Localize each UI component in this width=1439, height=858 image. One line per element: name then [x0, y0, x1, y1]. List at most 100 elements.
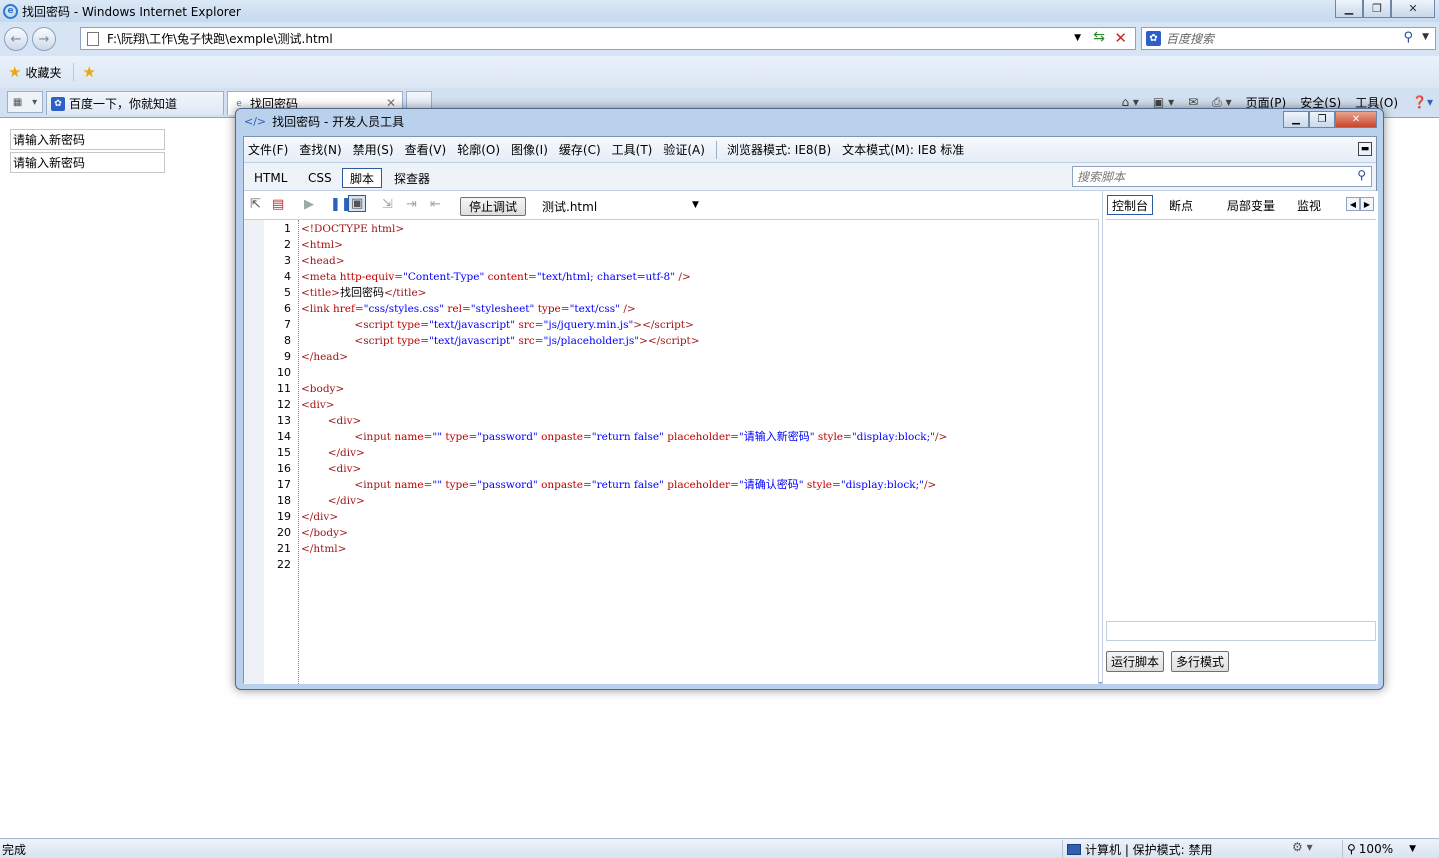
menu-disable[interactable]: 禁用(S) [353, 141, 394, 158]
confirm-password-input[interactable]: 请输入新密码 [10, 152, 165, 173]
tab-breakpoints[interactable]: 断点 [1165, 195, 1197, 215]
run-script-button[interactable]: 运行脚本 [1106, 651, 1165, 672]
script-toolbar: ⇱ ▤ ▶ ❚❚ ▣ ⇲ ⇥ ⇤ 停止调试 测试.html ▼ [244, 191, 1102, 219]
new-password-input[interactable]: 请输入新密码 [10, 129, 165, 150]
mail-icon[interactable]: ✉ [1188, 95, 1198, 109]
break-on-error-icon[interactable]: ▣ [348, 195, 367, 212]
search-icon[interactable]: ⚲ [1403, 30, 1413, 45]
devtools-window-controls: ▁ ❐ ✕ [1283, 111, 1377, 128]
maximize-button[interactable]: ❐ [1363, 0, 1391, 18]
tab-html[interactable]: HTML [250, 168, 291, 188]
code-line: <input name="" type="password" onpaste="… [354, 478, 937, 491]
continue-icon[interactable]: ▶ [304, 197, 314, 212]
status-bar: 完成 计算机 | 保护模式: 禁用 ⚙ ▾ ⚲ 100% ▼ [0, 838, 1439, 858]
breakpoint-gutter[interactable] [244, 220, 264, 684]
menu-images[interactable]: 图像(I) [511, 141, 548, 158]
status-text: 完成 [2, 843, 27, 857]
favorites-button[interactable]: 收藏夹 [25, 64, 61, 81]
feeds-icon[interactable]: ▣ ▾ [1153, 95, 1174, 109]
multiline-mode-button[interactable]: 多行模式 [1171, 651, 1230, 672]
code-line: <div> [327, 415, 362, 427]
browser-mode-menu[interactable]: 浏览器模式: IE8(B) [727, 141, 831, 158]
address-bar[interactable]: F:\阮翔\工作\兔子快跑\exmple\测试.html ▼ ⇆ ✕ [80, 27, 1136, 50]
tab-watch[interactable]: 监视 [1293, 195, 1325, 215]
menu-find[interactable]: 查找(N) [299, 141, 341, 158]
menu-view[interactable]: 查看(V) [405, 141, 447, 158]
line-number: 9 [284, 350, 291, 363]
menu-tools[interactable]: 工具(T) [612, 141, 653, 158]
console-input[interactable] [1106, 621, 1376, 641]
line-numbers: 1 2 3 4 5 6 7 8 9 10 11 12 13 14 15 16 17 18 19 20 21 22 [264, 221, 291, 573]
step-over-icon[interactable]: ⇥ [406, 197, 417, 212]
line-number: 19 [277, 510, 291, 523]
devtools-close-button[interactable]: ✕ [1335, 111, 1377, 128]
code-line: </div> [301, 511, 339, 523]
ie-logo-icon: e [3, 3, 18, 19]
line-number: 2 [284, 238, 291, 251]
refresh-icon[interactable]: ⇆ [1093, 29, 1105, 45]
tab-baidu[interactable]: ✿ 百度一下，你就知道 [46, 91, 224, 115]
source-code-view[interactable]: 1 2 3 4 5 6 7 8 9 10 11 12 13 14 15 16 17 18 19 20 21 22 <!DO… [244, 219, 1099, 684]
favorites-star-icon[interactable]: ★ [8, 63, 21, 81]
forward-button[interactable]: → [32, 27, 56, 51]
tab-profiler[interactable]: 探查器 [390, 168, 434, 188]
page-icon [87, 32, 99, 46]
code-line: <div> [301, 399, 335, 411]
document-mode-menu[interactable]: 文本模式(M): IE8 标准 [842, 141, 964, 158]
menu-cache[interactable]: 缓存(C) [559, 141, 601, 158]
devtools-tabs: HTML CSS 脚本 探查器 搜索脚本 ⚲ [244, 163, 1376, 191]
minimize-pane-icon[interactable]: ▬ [1358, 142, 1372, 156]
script-search-placeholder: 搜索脚本 [1077, 170, 1126, 184]
chevron-down-icon[interactable]: ▼ [1409, 844, 1416, 854]
chevron-down-icon[interactable]: ▼ [1074, 33, 1081, 43]
minimize-button[interactable]: ▁ [1335, 0, 1363, 18]
search-icon[interactable]: ⚲ [1357, 168, 1366, 182]
devtools-body: 文件(F) 查找(N) 禁用(S) 查看(V) 轮廓(O) 图像(I) 缓存(C… [243, 136, 1378, 684]
line-number: 6 [284, 302, 291, 315]
zoom-control[interactable]: ⚲ 100% ▼ [1342, 840, 1416, 858]
chevron-down-icon[interactable]: ▼ [692, 200, 699, 210]
step-out-icon[interactable]: ⇤ [430, 197, 441, 212]
favorites-bar: ★ 收藏夹 ★ [0, 56, 1439, 88]
add-favorite-icon[interactable]: ★ [73, 63, 96, 81]
tab-locals[interactable]: 局部变量 [1223, 195, 1279, 215]
protected-mode-icon[interactable]: ⚙ ▾ [1292, 840, 1313, 854]
line-number: 7 [284, 318, 291, 331]
back-button[interactable]: ← [4, 27, 28, 51]
close-button[interactable]: ✕ [1391, 0, 1435, 18]
line-number: 8 [284, 334, 291, 347]
step-into-icon[interactable]: ⇲ [382, 197, 393, 212]
zoom-level: 100% [1358, 842, 1394, 856]
script-file-select[interactable]: 测试.html [542, 198, 597, 215]
help-icon[interactable]: ❓▾ [1412, 95, 1433, 109]
scroll-right-icon[interactable]: ▶ [1360, 197, 1374, 211]
tab-css[interactable]: CSS [304, 168, 336, 188]
devtools-menu-bar: 文件(F) 查找(N) 禁用(S) 查看(V) 轮廓(O) 图像(I) 缓存(C… [244, 137, 1376, 163]
menu-file[interactable]: 文件(F) [248, 141, 288, 158]
window-title: 找回密码 - Windows Internet Explorer [22, 4, 241, 19]
home-icon[interactable]: ⌂ ▾ [1121, 95, 1138, 109]
code-line: <html> [301, 239, 343, 251]
stop-debugging-button[interactable]: 停止调试 [460, 197, 527, 216]
script-search-input[interactable]: 搜索脚本 ⚲ [1072, 166, 1372, 187]
devtools-minimize-button[interactable]: ▁ [1283, 111, 1309, 128]
tab-console[interactable]: 控制台 [1107, 195, 1154, 215]
menu-outline[interactable]: 轮廓(O) [457, 141, 500, 158]
tab-label: 百度一下，你就知道 [69, 97, 178, 111]
code-line: <link href="css/styles.css" rel="stylesh… [301, 303, 636, 315]
tab-script[interactable]: 脚本 [342, 168, 382, 188]
scroll-left-icon[interactable]: ◀ [1346, 197, 1360, 211]
select-element-icon[interactable]: ⇱ [250, 197, 261, 212]
search-options-icon[interactable]: ▼ [1422, 32, 1429, 42]
line-number: 3 [284, 254, 291, 267]
search-input[interactable]: ✿ 百度搜索 ⚲ ▼ [1141, 27, 1436, 50]
line-number: 13 [277, 414, 291, 427]
zoom-icon: ⚲ [1347, 842, 1356, 856]
stop-icon[interactable]: ✕ [1114, 29, 1127, 47]
clear-breakpoints-icon[interactable]: ▤ [272, 197, 284, 212]
devtools-maximize-button[interactable]: ❐ [1309, 111, 1335, 128]
security-zone[interactable]: 计算机 | 保护模式: 禁用 [1062, 840, 1213, 858]
line-number: 20 [277, 526, 291, 539]
menu-validate[interactable]: 验证(A) [663, 141, 705, 158]
quick-tabs-button[interactable]: ▦ ▾ [7, 91, 43, 113]
